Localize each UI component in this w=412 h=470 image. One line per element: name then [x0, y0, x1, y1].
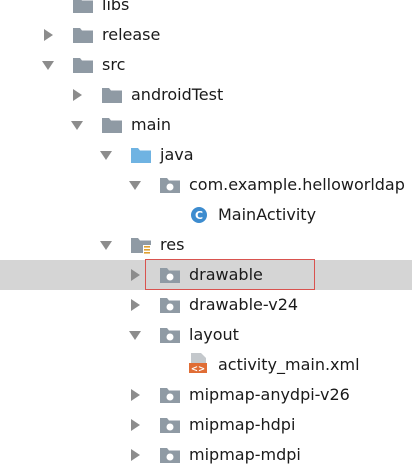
chevron-down-icon[interactable] — [100, 241, 112, 250]
xml-file-icon: <> — [188, 353, 210, 375]
chevron-right-icon[interactable] — [131, 419, 140, 431]
package-icon — [159, 446, 181, 464]
package-icon — [159, 386, 181, 404]
chevron-down-icon[interactable] — [42, 61, 54, 70]
resource-folder-icon — [130, 236, 152, 254]
tree-row[interactable]: androidTest — [0, 80, 412, 110]
chevron-right-icon[interactable] — [131, 389, 140, 401]
chevron-down-icon[interactable] — [129, 331, 141, 340]
package-icon — [159, 326, 181, 344]
svg-text:C: C — [195, 209, 203, 222]
chevron-right-icon[interactable] — [131, 449, 140, 461]
chevron-right-icon[interactable] — [131, 269, 140, 281]
folder-icon — [72, 26, 94, 44]
tree-row[interactable]: java — [0, 140, 412, 170]
package-icon — [159, 266, 181, 284]
tree-row[interactable]: main — [0, 110, 412, 140]
chevron-right-icon[interactable] — [73, 89, 82, 101]
tree-row[interactable]: <> activity_main.xml — [0, 350, 412, 380]
tree-row[interactable]: src — [0, 50, 412, 80]
package-icon — [159, 176, 181, 194]
tree-row[interactable]: libs — [0, 0, 412, 20]
folder-icon — [72, 56, 94, 74]
tree-item-label: java — [160, 145, 194, 164]
tree-item-label: release — [102, 25, 161, 44]
tree-row[interactable]: mipmap-mdpi — [0, 440, 412, 470]
tree-item-label: drawable — [189, 265, 263, 284]
tree-item-label: activity_main.xml — [218, 355, 360, 374]
tree-item-label: drawable-v24 — [189, 295, 299, 314]
tree-row[interactable]: layout — [0, 320, 412, 350]
chevron-right-icon[interactable] — [131, 299, 140, 311]
chevron-down-icon[interactable] — [71, 121, 83, 130]
svg-text:<>: <> — [191, 365, 205, 374]
tree-item-label: androidTest — [131, 85, 224, 104]
chevron-down-icon[interactable] — [129, 181, 141, 190]
tree-item-label: mipmap-hdpi — [189, 415, 296, 434]
folder-icon — [101, 116, 123, 134]
folder-icon — [72, 0, 94, 14]
source-folder-icon — [130, 146, 152, 164]
tree-item-label: mipmap-anydpi-v26 — [189, 385, 350, 404]
tree-row[interactable]: res — [0, 230, 412, 260]
tree-item-label: MainActivity — [218, 205, 317, 224]
package-icon — [159, 296, 181, 314]
class-icon: C — [188, 206, 210, 224]
tree-row[interactable]: com.example.helloworldap — [0, 170, 412, 200]
tree-item-label: layout — [189, 325, 239, 344]
tree-item-label: src — [102, 55, 126, 74]
tree-item-label: main — [131, 115, 171, 134]
chevron-right-icon[interactable] — [44, 29, 53, 41]
tree-item-label: libs — [102, 0, 130, 14]
tree-row[interactable]: release — [0, 20, 412, 50]
tree-row[interactable]: mipmap-hdpi — [0, 410, 412, 440]
folder-icon — [101, 86, 123, 104]
tree-row[interactable]: C MainActivity — [0, 200, 412, 230]
project-tree: libs release src androidTest main java com.exa… — [0, 0, 412, 464]
tree-item-label: com.example.helloworldap — [189, 175, 405, 194]
tree-row[interactable]: drawable-v24 — [0, 290, 412, 320]
package-icon — [159, 416, 181, 434]
chevron-down-icon[interactable] — [100, 151, 112, 160]
tree-row[interactable]: mipmap-anydpi-v26 — [0, 380, 412, 410]
tree-row[interactable]: drawable — [0, 260, 412, 290]
tree-item-label: res — [160, 235, 185, 254]
